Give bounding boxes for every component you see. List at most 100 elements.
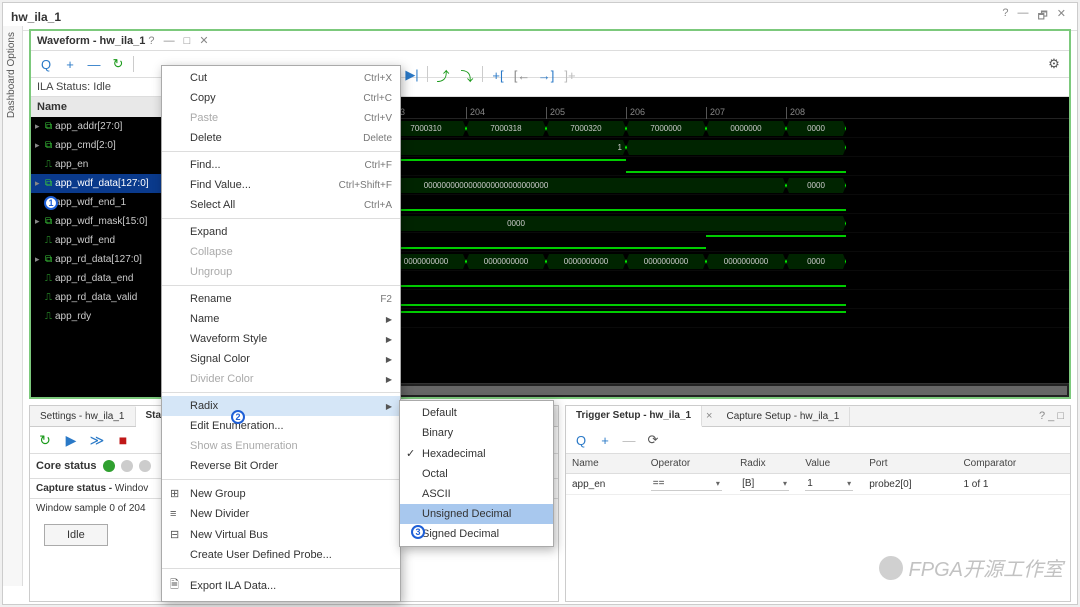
- menu-item-shortcut: Ctrl+V: [364, 113, 392, 124]
- bus-value: [626, 140, 846, 155]
- radix-dropdown[interactable]: [B]▾: [740, 477, 789, 491]
- status-dot-gray: [121, 460, 133, 472]
- menu-item-rename[interactable]: RenameF2: [162, 289, 400, 309]
- step-icon[interactable]: ⤴: [434, 66, 452, 84]
- menu-item-label: Divider Color: [190, 373, 386, 385]
- close-icon[interactable]: ✕: [196, 35, 211, 47]
- menu-item-expand[interactable]: Expand: [162, 222, 400, 242]
- col-operator: Operator: [645, 454, 734, 474]
- idle-button[interactable]: Idle: [44, 524, 108, 546]
- menu-item-export-ila-data-[interactable]: 🗎Export ILA Data...: [162, 572, 400, 599]
- submenu-arrow-icon: ▶: [386, 355, 392, 364]
- refresh-icon[interactable]: ↻: [36, 431, 54, 449]
- help-icon[interactable]: ?: [145, 35, 157, 47]
- submenu-item-octal[interactable]: Octal: [400, 464, 553, 484]
- operator-dropdown[interactable]: ==▾: [651, 477, 722, 491]
- menu-item-create-user-defined-probe-[interactable]: Create User Defined Probe...: [162, 545, 400, 565]
- restore-icon[interactable]: 🗗: [1034, 7, 1050, 26]
- menu-item-label: Signal Color: [190, 353, 386, 365]
- col-value: Value: [799, 454, 863, 474]
- menu-item-label: Find Value...: [190, 179, 339, 191]
- menu-item-find-value-[interactable]: Find Value...Ctrl+Shift+F: [162, 175, 400, 195]
- menu-item-signal-color[interactable]: Signal Color▶: [162, 349, 400, 369]
- add-icon[interactable]: +: [596, 431, 614, 449]
- menu-item-label: Select All: [190, 199, 364, 211]
- menu-item-copy[interactable]: CopyCtrl+C: [162, 88, 400, 108]
- menu-item-delete[interactable]: DeleteDelete: [162, 128, 400, 148]
- menu-item-label: Rename: [190, 293, 380, 305]
- menu-item-new-divider[interactable]: ≡New Divider: [162, 504, 400, 524]
- menu-item-radix[interactable]: Radix▶: [162, 396, 400, 416]
- tab-close-icon[interactable]: ×: [702, 406, 716, 426]
- marker-icon[interactable]: ]+: [561, 66, 579, 84]
- window-title: hw_ila_1: [11, 10, 61, 24]
- menu-item-icon: ≡: [170, 508, 190, 520]
- tab-capture-setup[interactable]: Capture Setup - hw_ila_1: [716, 407, 850, 426]
- submenu-item-unsigned-decimal[interactable]: Unsigned Decimal: [400, 504, 553, 524]
- settings-gear-icon[interactable]: ⚙: [1045, 55, 1063, 73]
- search-icon[interactable]: Q: [572, 431, 590, 449]
- menu-item-waveform-style[interactable]: Waveform Style▶: [162, 329, 400, 349]
- trigger-table: Name Operator Radix Value Port Comparato…: [566, 454, 1070, 495]
- value-dropdown[interactable]: 1▾: [805, 477, 853, 491]
- bus-value: 0000000000: [706, 254, 786, 269]
- remove-icon[interactable]: —: [85, 55, 103, 73]
- step-icon[interactable]: ⤵: [458, 66, 476, 84]
- submenu-item-label: Octal: [422, 468, 448, 480]
- bus-value: 7000320: [546, 121, 626, 136]
- menu-item-reverse-bit-order[interactable]: Reverse Bit Order: [162, 456, 400, 476]
- col-comparator: Comparator: [957, 454, 1070, 474]
- menu-item-name[interactable]: Name▶: [162, 309, 400, 329]
- menu-item-label: Cut: [190, 72, 364, 84]
- panel-help-icon[interactable]: ? _ □: [1033, 408, 1070, 424]
- play-icon[interactable]: ▶|: [403, 66, 421, 84]
- menu-item-label: Reverse Bit Order: [190, 460, 392, 472]
- menu-item-label: New Divider: [190, 508, 392, 520]
- submenu-item-ascii[interactable]: ASCII: [400, 484, 553, 504]
- fast-forward-icon[interactable]: ≫: [88, 431, 106, 449]
- menu-item-label: Create User Defined Probe...: [190, 549, 392, 561]
- bus-value: 0000: [786, 178, 846, 193]
- menu-item-new-group[interactable]: ⊞New Group: [162, 483, 400, 504]
- marker-icon[interactable]: →]: [537, 66, 555, 84]
- play-icon[interactable]: ▶: [62, 431, 80, 449]
- trigger-row[interactable]: app_en ==▾ [B]▾ 1▾ probe2[0] 1 of 1: [566, 474, 1070, 495]
- ruler-mark: 207: [706, 107, 725, 119]
- dashboard-options-sidebar[interactable]: Dashboard Options: [3, 26, 23, 586]
- tab-settings[interactable]: Settings - hw_ila_1: [30, 407, 136, 426]
- watermark-logo-icon: [879, 556, 903, 580]
- menu-item-show-as-enumeration: Show as Enumeration: [162, 436, 400, 456]
- menu-item-cut[interactable]: CutCtrl+X: [162, 68, 400, 88]
- run-icon[interactable]: ↻: [109, 55, 127, 73]
- submenu-item-binary[interactable]: Binary: [400, 423, 553, 443]
- help-icon[interactable]: ?: [999, 7, 1011, 26]
- minimize-icon[interactable]: —: [161, 35, 178, 47]
- col-radix: Radix: [734, 454, 799, 474]
- wave-low: [626, 171, 846, 173]
- remove-icon[interactable]: —: [620, 431, 638, 449]
- capture-status-value: Windov: [115, 483, 148, 494]
- menu-item-label: Edit Enumeration...: [190, 420, 392, 432]
- marker-icon[interactable]: [←: [513, 66, 531, 84]
- add-icon[interactable]: +: [61, 55, 79, 73]
- status-dot-green: [103, 460, 115, 472]
- marker-icon[interactable]: +[: [489, 66, 507, 84]
- tab-trigger-setup[interactable]: Trigger Setup - hw_ila_1: [566, 406, 702, 427]
- menu-item-paste: PasteCtrl+V: [162, 108, 400, 128]
- submenu-item-default[interactable]: Default: [400, 403, 553, 423]
- close-icon[interactable]: ✕: [1054, 7, 1069, 26]
- menu-item-label: Expand: [190, 226, 392, 238]
- minimize-icon[interactable]: —: [1014, 7, 1031, 26]
- submenu-item-hexadecimal[interactable]: ✓Hexadecimal: [400, 443, 553, 464]
- menu-item-new-virtual-bus[interactable]: ⊟New Virtual Bus: [162, 524, 400, 545]
- menu-item-label: Collapse: [190, 246, 392, 258]
- search-icon[interactable]: Q: [37, 55, 55, 73]
- menu-item-edit-enumeration-[interactable]: Edit Enumeration...: [162, 416, 400, 436]
- stop-icon[interactable]: ■: [114, 431, 132, 449]
- menu-item-select-all[interactable]: Select AllCtrl+A: [162, 195, 400, 215]
- reset-icon[interactable]: ⟳: [644, 431, 662, 449]
- menu-item-find-[interactable]: Find...Ctrl+F: [162, 155, 400, 175]
- submenu-arrow-icon: ▶: [386, 375, 392, 384]
- menu-item-shortcut: Ctrl+F: [365, 160, 393, 171]
- maximize-icon[interactable]: □: [181, 35, 194, 47]
